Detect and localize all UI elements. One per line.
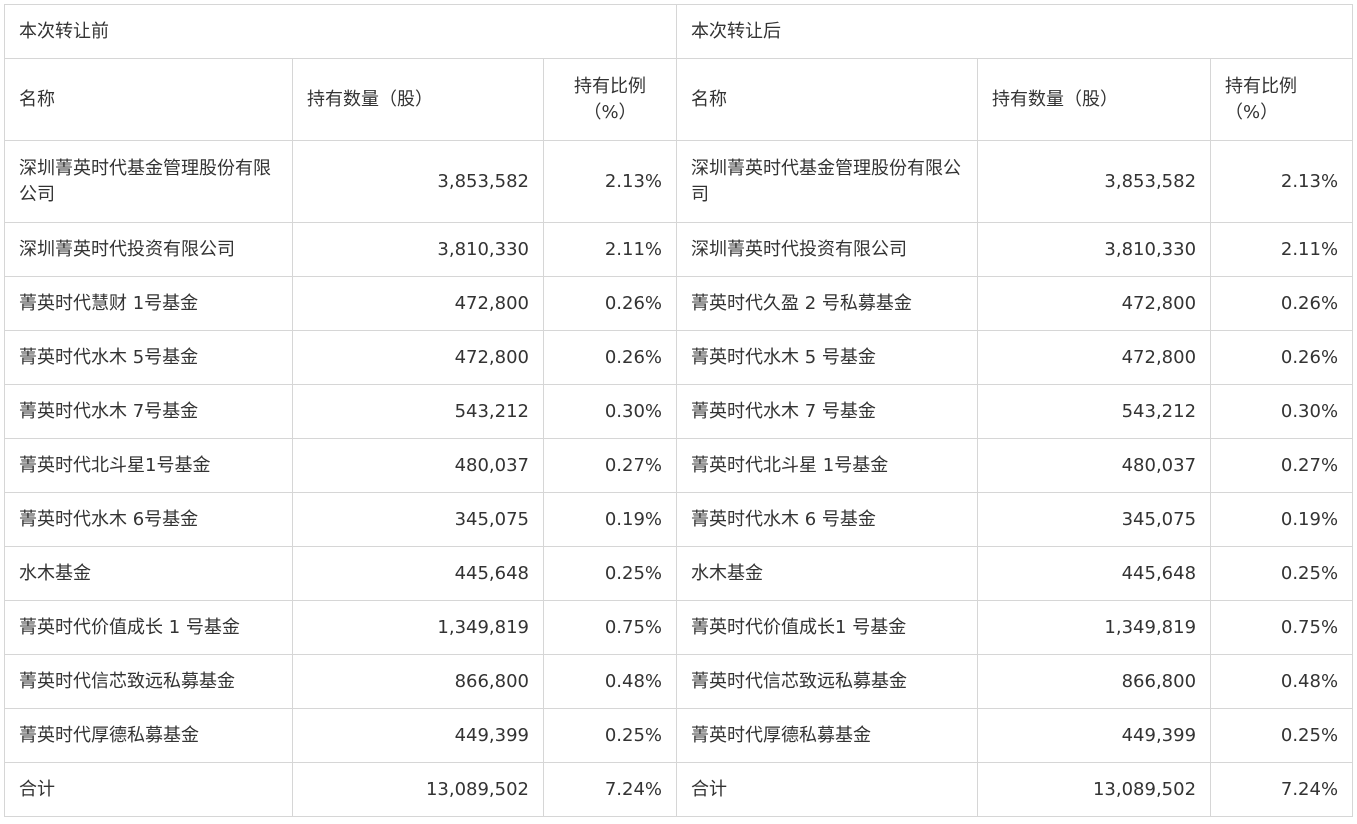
before-total-quantity: 13,089,502 [292, 762, 544, 817]
column-header-row: 名称 持有数量（股） 持有比例（%） 名称 持有数量（股） 持有比例（%） [4, 58, 1354, 141]
before-ratio: 0.19% [542, 492, 678, 547]
holdings-table-body: 本次转让前 本次转让后 名称 持有数量（股） 持有比例（%） 名称 持有数量（股… [3, 4, 1354, 817]
before-ratio-header: 持有比例（%） [542, 58, 678, 141]
after-holder-name: 菁英时代水木 7 号基金 [676, 384, 979, 439]
after-ratio: 0.30% [1210, 384, 1354, 439]
before-ratio: 0.25% [542, 546, 678, 601]
after-quantity: 480,037 [977, 438, 1212, 493]
before-holder-name: 菁英时代水木 5号基金 [4, 330, 293, 385]
table-row: 菁英时代水木 6号基金 345,075 0.19% 菁英时代水木 6 号基金 3… [4, 492, 1354, 547]
after-holder-name: 深圳菁英时代基金管理股份有限公司 [676, 140, 979, 223]
before-holder-name: 菁英时代水木 6号基金 [4, 492, 293, 547]
before-ratio: 0.26% [542, 276, 678, 331]
after-ratio: 0.26% [1210, 330, 1354, 385]
after-quantity: 472,800 [977, 330, 1212, 385]
before-name-header: 名称 [4, 58, 293, 141]
after-quantity: 3,853,582 [977, 140, 1212, 223]
before-holder-name: 深圳菁英时代投资有限公司 [4, 222, 293, 277]
before-ratio: 2.13% [542, 140, 678, 223]
table-row: 菁英时代厚德私募基金 449,399 0.25% 菁英时代厚德私募基金 449,… [4, 708, 1354, 763]
table-row: 深圳菁英时代基金管理股份有限公司 3,853,582 2.13% 深圳菁英时代基… [4, 140, 1354, 223]
table-row: 深圳菁英时代投资有限公司 3,810,330 2.11% 深圳菁英时代投资有限公… [4, 222, 1354, 277]
before-ratio: 0.25% [542, 708, 678, 763]
after-transfer-header: 本次转让后 [676, 4, 1354, 59]
after-total-ratio: 7.24% [1210, 762, 1354, 817]
after-quantity: 866,800 [977, 654, 1212, 709]
after-holder-name: 菁英时代水木 5 号基金 [676, 330, 979, 385]
before-quantity: 543,212 [292, 384, 544, 439]
before-holder-name: 菁英时代信芯致远私募基金 [4, 654, 293, 709]
after-ratio: 0.25% [1210, 546, 1354, 601]
before-quantity: 1,349,819 [292, 600, 544, 655]
after-total-quantity: 13,089,502 [977, 762, 1212, 817]
after-ratio: 0.48% [1210, 654, 1354, 709]
after-holder-name: 菁英时代水木 6 号基金 [676, 492, 979, 547]
after-holder-name: 水木基金 [676, 546, 979, 601]
section-header-row: 本次转让前 本次转让后 [3, 4, 1354, 59]
before-quantity: 3,853,582 [292, 140, 544, 223]
after-holder-name: 菁英时代久盈 2 号私募基金 [676, 276, 979, 331]
before-quantity-header: 持有数量（股） [292, 58, 544, 141]
after-quantity: 445,648 [977, 546, 1212, 601]
after-ratio: 0.26% [1210, 276, 1354, 331]
before-quantity: 445,648 [292, 546, 544, 601]
after-ratio: 2.11% [1210, 222, 1354, 277]
before-quantity: 449,399 [292, 708, 544, 763]
before-ratio: 0.27% [542, 438, 678, 493]
before-ratio: 0.26% [542, 330, 678, 385]
after-ratio: 0.25% [1210, 708, 1354, 763]
before-holder-name: 水木基金 [4, 546, 293, 601]
before-total-ratio: 7.24% [542, 762, 678, 817]
after-ratio-header: 持有比例（%） [1210, 58, 1354, 141]
after-quantity: 472,800 [977, 276, 1212, 331]
holdings-table: 本次转让前 本次转让后 名称 持有数量（股） 持有比例（%） 名称 持有数量（股… [3, 4, 1354, 817]
before-ratio: 0.30% [542, 384, 678, 439]
before-holder-name: 菁英时代水木 7号基金 [4, 384, 293, 439]
after-quantity: 543,212 [977, 384, 1212, 439]
before-quantity: 480,037 [292, 438, 544, 493]
before-ratio: 0.48% [542, 654, 678, 709]
after-ratio: 2.13% [1210, 140, 1354, 223]
before-quantity: 866,800 [292, 654, 544, 709]
before-holder-name: 菁英时代慧财 1号基金 [4, 276, 293, 331]
before-ratio: 0.75% [542, 600, 678, 655]
table-row: 菁英时代信芯致远私募基金 866,800 0.48% 菁英时代信芯致远私募基金 … [4, 654, 1354, 709]
table-row: 菁英时代水木 7号基金 543,212 0.30% 菁英时代水木 7 号基金 5… [4, 384, 1354, 439]
before-holder-name: 深圳菁英时代基金管理股份有限公司 [4, 140, 293, 223]
after-quantity: 3,810,330 [977, 222, 1212, 277]
before-holder-name: 菁英时代厚德私募基金 [4, 708, 293, 763]
after-total-label: 合计 [676, 762, 979, 817]
after-quantity: 1,349,819 [977, 600, 1212, 655]
before-quantity: 345,075 [292, 492, 544, 547]
before-holder-name: 菁英时代价值成长 1 号基金 [4, 600, 293, 655]
total-row: 合计 13,089,502 7.24% 合计 13,089,502 7.24% [4, 762, 1354, 817]
before-holder-name: 菁英时代北斗星1号基金 [4, 438, 293, 493]
after-holder-name: 菁英时代价值成长1 号基金 [676, 600, 979, 655]
after-holder-name: 深圳菁英时代投资有限公司 [676, 222, 979, 277]
table-row: 菁英时代价值成长 1 号基金 1,349,819 0.75% 菁英时代价值成长1… [4, 600, 1354, 655]
after-holder-name: 菁英时代北斗星 1号基金 [676, 438, 979, 493]
after-holder-name: 菁英时代厚德私募基金 [676, 708, 979, 763]
before-transfer-header: 本次转让前 [3, 4, 678, 59]
before-total-label: 合计 [4, 762, 293, 817]
after-name-header: 名称 [676, 58, 979, 141]
after-ratio: 0.19% [1210, 492, 1354, 547]
table-row: 菁英时代慧财 1号基金 472,800 0.26% 菁英时代久盈 2 号私募基金… [4, 276, 1354, 331]
after-ratio: 0.27% [1210, 438, 1354, 493]
after-quantity: 345,075 [977, 492, 1212, 547]
before-quantity: 472,800 [292, 330, 544, 385]
after-ratio: 0.75% [1210, 600, 1354, 655]
before-quantity: 472,800 [292, 276, 544, 331]
before-ratio: 2.11% [542, 222, 678, 277]
after-quantity: 449,399 [977, 708, 1212, 763]
after-quantity-header: 持有数量（股） [977, 58, 1212, 141]
table-row: 菁英时代水木 5号基金 472,800 0.26% 菁英时代水木 5 号基金 4… [4, 330, 1354, 385]
before-quantity: 3,810,330 [292, 222, 544, 277]
after-holder-name: 菁英时代信芯致远私募基金 [676, 654, 979, 709]
table-row: 水木基金 445,648 0.25% 水木基金 445,648 0.25% [4, 546, 1354, 601]
table-row: 菁英时代北斗星1号基金 480,037 0.27% 菁英时代北斗星 1号基金 4… [4, 438, 1354, 493]
